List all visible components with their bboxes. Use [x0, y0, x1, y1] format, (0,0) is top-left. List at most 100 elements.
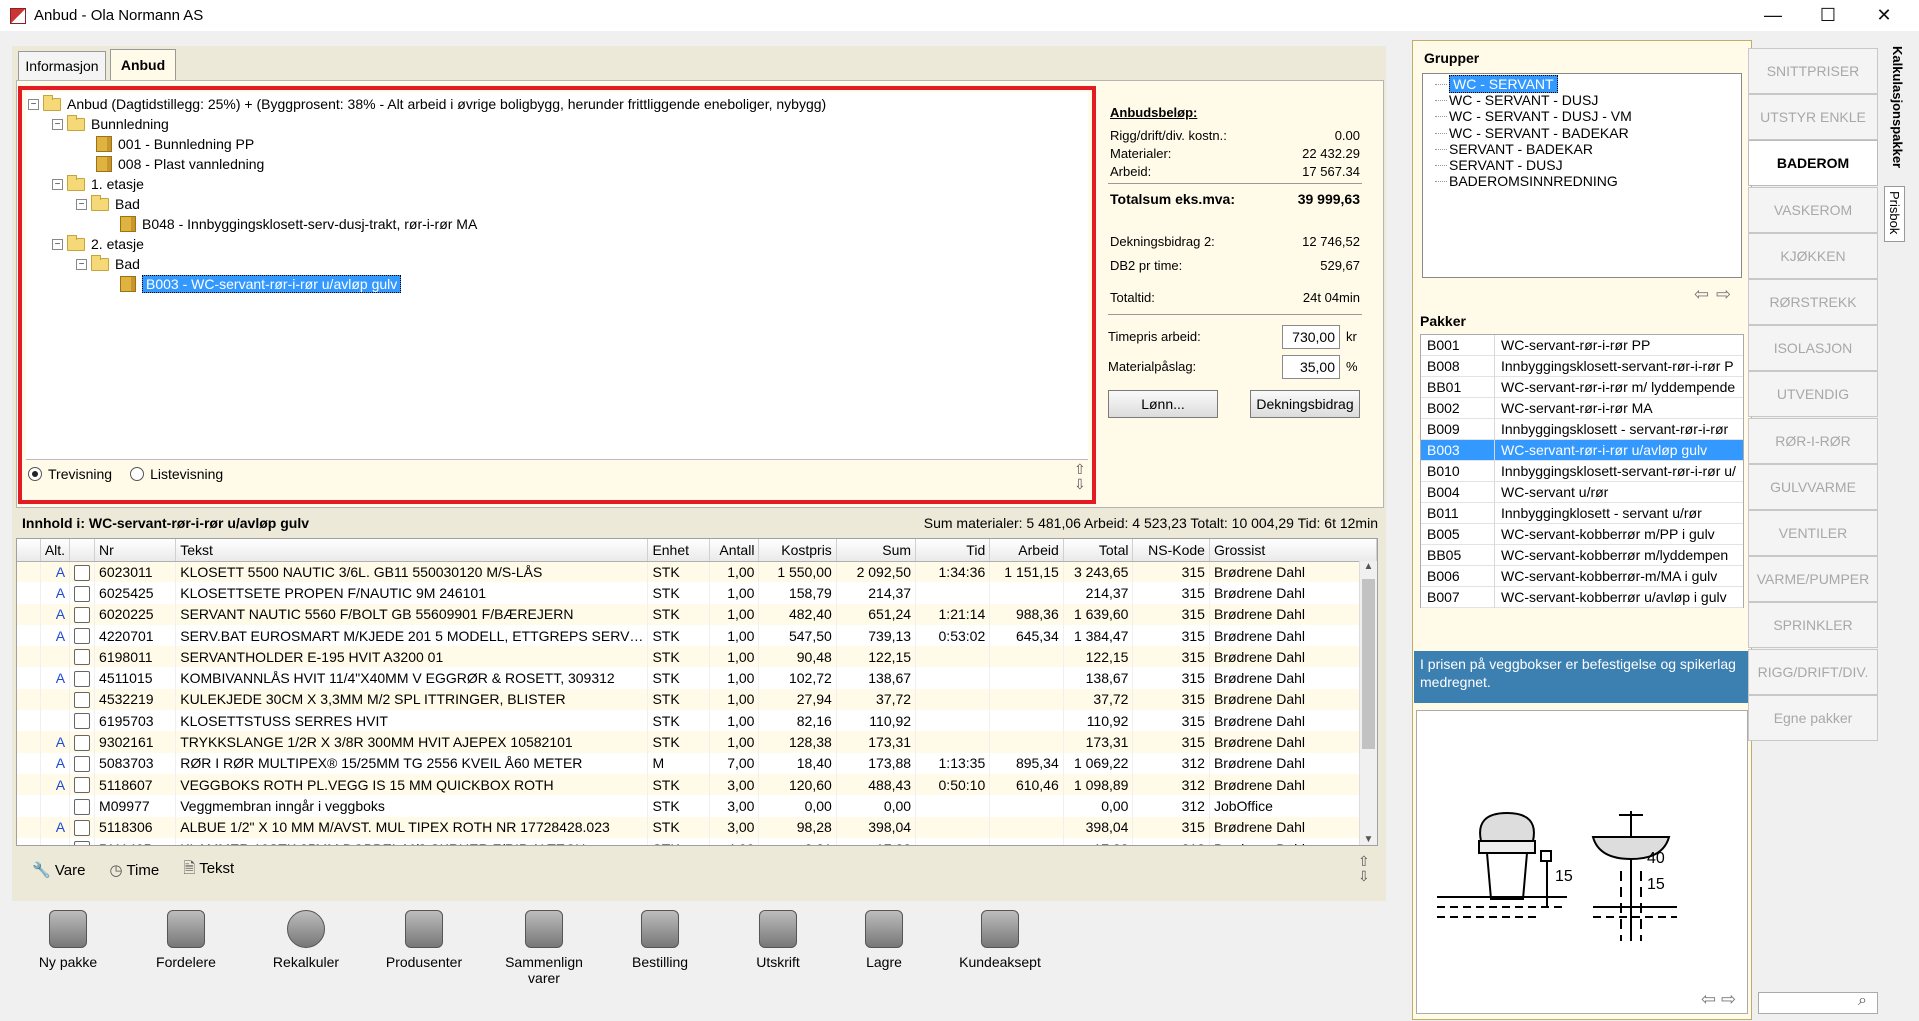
table-row[interactable]: A 6023011 KLOSETT 5500 NAUTIC 3/6L. GB11 5… [17, 561, 1377, 583]
alt-cell[interactable] [40, 795, 71, 817]
tree-node-package[interactable]: 008 - Plast vannledning [96, 154, 264, 174]
table-row[interactable]: 4532219 KULEKJEDE 30CM X 3,3MM M/2 SPL IT… [17, 688, 1377, 711]
tree-view-radio[interactable] [28, 467, 42, 481]
col-header-tid[interactable]: Tid [915, 539, 991, 562]
table-row[interactable]: A 5118306 ALBUE 1/2" X 10 MM M/AVST. MUL T… [17, 816, 1377, 838]
tab-kalkulasjonspakker[interactable]: Kalkulasjonspakker [1890, 46, 1905, 168]
category-button-rør-i-rør[interactable]: RØR-I-RØR [1748, 417, 1878, 464]
package-row[interactable]: B006 WC-servant-kobberrør-m/MA i gulv [1421, 565, 1743, 587]
close-button[interactable]: ✕ [1856, 0, 1912, 31]
structure-tree[interactable]: − Anbud (Dagtidstillegg: 25%) + (Byggpros… [26, 92, 1088, 460]
table-row[interactable]: 6198011 SERVANTHOLDER E-195 HVIT A3200 01… [17, 646, 1377, 668]
resize-arrows-icon[interactable]: ⇧ ⇩ [1358, 854, 1370, 884]
alt-cell[interactable]: A [40, 731, 71, 753]
col-header-kostpris[interactable]: Kostpris [758, 539, 837, 562]
col-header-tekst[interactable]: Tekst [175, 539, 649, 562]
col-header-nr[interactable]: Nr [94, 539, 177, 562]
table-row[interactable]: A 4220701 SERV.BAT EUROSMART M/KJEDE 201 5… [17, 624, 1377, 647]
hourly-rate-input[interactable]: 730,00 [1282, 325, 1340, 349]
alt-cell[interactable]: A [40, 603, 71, 625]
package-row[interactable]: B011 Innbyggingklosett - servant u/rør [1421, 502, 1743, 524]
category-button-kjøkken[interactable]: KJØKKEN [1748, 232, 1878, 279]
alt-cell[interactable] [40, 710, 71, 732]
tree-node-package[interactable]: 001 - Bunnledning PP [96, 134, 254, 154]
search-icon[interactable]: ⌕ [1858, 992, 1867, 1010]
collapse-icon[interactable]: − [76, 258, 87, 270]
alt-cell[interactable]: A [40, 561, 71, 583]
arrow-right-icon[interactable]: ⇨ [1721, 989, 1736, 1010]
resize-arrows-icon[interactable]: ⇧ ⇩ [1074, 462, 1086, 492]
category-button-isolasjon[interactable]: ISOLASJON [1748, 325, 1878, 372]
manufacturers-button[interactable]: Produsenter [374, 900, 474, 970]
tab-anbud[interactable]: Anbud [110, 49, 176, 80]
tree-node-1-etasje[interactable]: −1. etasje [52, 174, 144, 194]
category-button-varme-pumper[interactable]: VARME/PUMPER [1748, 556, 1878, 603]
category-button-utstyr-enkle[interactable]: UTSTYR ENKLE [1748, 94, 1878, 141]
order-button[interactable]: Bestilling [610, 900, 710, 970]
category-button-vaskerom[interactable]: VASKEROM [1748, 186, 1878, 233]
group-item[interactable]: BADEROMSINNREDNING [1435, 173, 1618, 191]
category-button-ventiler[interactable]: VENTILER [1748, 510, 1878, 556]
table-row[interactable]: 6195703 KLOSETTSTUSS SERRES HVIT STK 1,00 82… [17, 710, 1377, 732]
table-row[interactable]: A 6020225 SERVANT NAUTIC 5560 F/BOLT GB 55… [17, 603, 1377, 625]
tree-node-bunnledning[interactable]: − Bunnledning [52, 114, 169, 134]
category-button-rørstrekk[interactable]: RØRSTREKK [1748, 279, 1878, 325]
scroll-down-icon[interactable]: ▼ [1360, 834, 1377, 845]
minimize-button[interactable]: — [1745, 0, 1801, 31]
collapse-icon[interactable]: − [76, 198, 87, 210]
col-header-sum[interactable]: Sum [836, 539, 917, 562]
package-row[interactable]: B009 Innbyggingsklosett - servant-rør-i-r… [1421, 418, 1743, 440]
category-button-rigg-drift-div-[interactable]: RIGG/DRIFT/DIV. [1748, 648, 1878, 695]
material-markup-input[interactable]: 35,00 [1282, 355, 1340, 379]
col-header-ns-kode[interactable]: NS-Kode [1132, 539, 1210, 562]
tree-node-root[interactable]: − Anbud (Dagtidstillegg: 25%) + (Byggpros… [28, 94, 826, 114]
collapse-icon[interactable]: − [52, 238, 63, 250]
alt-cell[interactable] [40, 837, 71, 845]
category-button-baderom[interactable]: BADEROM [1748, 140, 1878, 187]
package-row[interactable]: B001 WC-servant-rør-i-rør PP [1421, 334, 1743, 356]
col-header-grossist[interactable]: Grossist [1209, 539, 1377, 562]
package-row[interactable]: B007 WC-servant-kobberrør u/avløp i gulv [1421, 586, 1743, 608]
tree-node-2-etasje[interactable]: −2. etasje [52, 234, 144, 254]
table-row[interactable]: A 5083703 RØR I RØR MULTIPEX® 15/25MM TG 2… [17, 752, 1377, 774]
maximize-button[interactable]: ☐ [1800, 0, 1856, 31]
package-row[interactable]: B008 Innbyggingsklosett-servant-rør-i-rør… [1421, 355, 1743, 377]
category-button-sprinkler[interactable]: SPRINKLER [1748, 602, 1878, 649]
col-header-arbeid[interactable]: Arbeid [989, 539, 1064, 562]
scroll-thumb[interactable] [1362, 579, 1375, 749]
alt-cell[interactable]: A [40, 752, 71, 774]
tab-informasjon[interactable]: Informasjon [18, 51, 106, 80]
tree-node-bad[interactable]: − Bad [76, 194, 140, 214]
category-button-egne-pakker[interactable]: Egne pakker [1748, 694, 1878, 741]
table-row[interactable]: A 4511015 KOMBIVANNLÅS HVIT 11/4"X40MM V E… [17, 667, 1377, 689]
package-row[interactable]: B010 Innbyggingsklosett-servant-rør-i-rør… [1421, 460, 1743, 482]
package-row[interactable]: BB05 WC-servant-kobberrør m/lyddempen [1421, 544, 1743, 566]
package-row[interactable]: B002 WC-servant-rør-i-rør MA [1421, 397, 1743, 419]
category-button-gulvvarme[interactable]: GULVVARME [1748, 463, 1878, 510]
contribution-margin-button[interactable]: Dekningsbidrag [1250, 390, 1360, 418]
tree-node-package[interactable]: B048 - Innbyggingsklosett-serv-dusj-trak… [120, 214, 477, 234]
alt-cell[interactable]: A [40, 667, 71, 689]
print-button[interactable]: Utskrift [728, 900, 828, 970]
table-row[interactable]: M09977 Veggmembran inngår i veggboks STK 3,… [17, 795, 1377, 817]
table-row[interactable]: 5111405KLAMMER 10STK 25MM DOBBEL M/2 SKR… [17, 837, 1377, 845]
col-header-antall[interactable]: Antall [709, 539, 760, 562]
package-row[interactable]: BB01 WC-servant-rør-i-rør m/ lyddempende [1421, 376, 1743, 398]
collapse-icon[interactable]: − [52, 178, 63, 190]
scroll-up-icon[interactable]: ▲ [1360, 561, 1377, 572]
tab-prisbok[interactable]: Prisbok [1884, 186, 1905, 242]
alt-cell[interactable] [40, 688, 71, 711]
groups-tree[interactable]: WC - SERVANT WC - SERVANT - DUSJ WC - SERV… [1422, 73, 1742, 278]
col-header-total[interactable]: Total [1063, 539, 1134, 562]
category-button-snittpriser[interactable]: SNITTPRISER [1748, 48, 1878, 94]
tree-node-package-selected[interactable]: B003 - WC-servant-rør-i-rør u/avløp gulv [120, 274, 402, 294]
salary-button[interactable]: Lønn... [1108, 390, 1218, 418]
customer-accept-button[interactable]: Kundeaksept [940, 900, 1060, 970]
alt-cell[interactable]: A [40, 624, 71, 647]
tree-node-bad[interactable]: − Bad [76, 254, 140, 274]
alt-cell[interactable] [40, 646, 71, 668]
arrow-left-icon[interactable]: ⇦ [1694, 284, 1709, 305]
alt-cell[interactable]: A [40, 816, 71, 838]
table-row[interactable]: A 5118607 VEGGBOKS ROTH PL.VEGG IS 15 MM Q… [17, 773, 1377, 796]
table-row[interactable]: A 6025425 KLOSETTSETE PROPEN F/NAUTIC 9M 2… [17, 582, 1377, 604]
